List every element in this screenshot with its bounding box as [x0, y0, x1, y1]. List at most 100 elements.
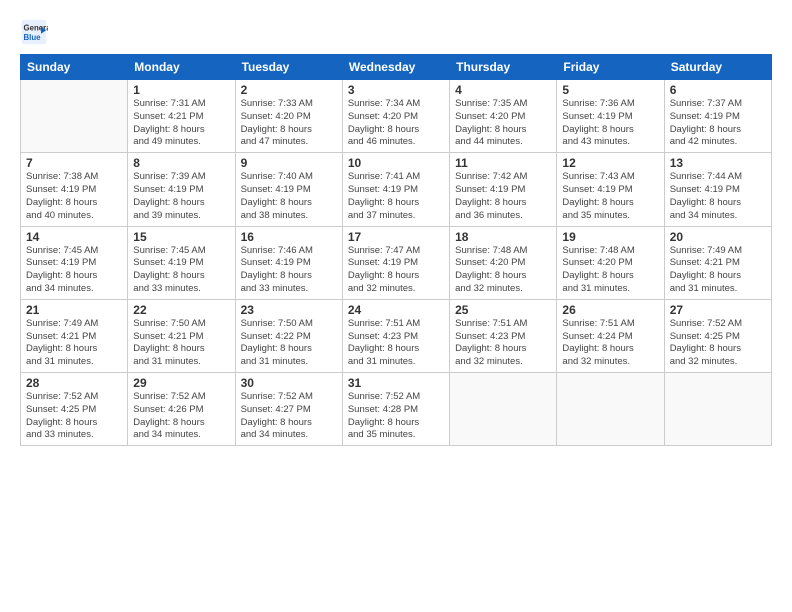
day-number: 30: [241, 376, 337, 390]
day-info: Sunrise: 7:35 AM Sunset: 4:20 PM Dayligh…: [455, 98, 551, 149]
day-number: 10: [348, 156, 444, 170]
calendar-cell: 5Sunrise: 7:36 AM Sunset: 4:19 PM Daylig…: [557, 80, 664, 153]
day-number: 3: [348, 83, 444, 97]
day-number: 23: [241, 303, 337, 317]
day-number: 16: [241, 230, 337, 244]
day-info: Sunrise: 7:45 AM Sunset: 4:19 PM Dayligh…: [26, 245, 122, 296]
calendar-cell: 14Sunrise: 7:45 AM Sunset: 4:19 PM Dayli…: [21, 226, 128, 299]
day-number: 15: [133, 230, 229, 244]
day-number: 1: [133, 83, 229, 97]
calendar-table: SundayMondayTuesdayWednesdayThursdayFrid…: [20, 54, 772, 446]
calendar-cell: [450, 373, 557, 446]
weekday-header: Friday: [557, 55, 664, 80]
day-info: Sunrise: 7:52 AM Sunset: 4:27 PM Dayligh…: [241, 391, 337, 442]
day-info: Sunrise: 7:50 AM Sunset: 4:21 PM Dayligh…: [133, 318, 229, 369]
calendar-week-row: 28Sunrise: 7:52 AM Sunset: 4:25 PM Dayli…: [21, 373, 772, 446]
day-number: 27: [670, 303, 766, 317]
calendar-cell: 25Sunrise: 7:51 AM Sunset: 4:23 PM Dayli…: [450, 299, 557, 372]
weekday-header: Monday: [128, 55, 235, 80]
calendar-cell: 10Sunrise: 7:41 AM Sunset: 4:19 PM Dayli…: [342, 153, 449, 226]
calendar-cell: 22Sunrise: 7:50 AM Sunset: 4:21 PM Dayli…: [128, 299, 235, 372]
day-info: Sunrise: 7:43 AM Sunset: 4:19 PM Dayligh…: [562, 171, 658, 222]
day-number: 17: [348, 230, 444, 244]
calendar-cell: 27Sunrise: 7:52 AM Sunset: 4:25 PM Dayli…: [664, 299, 771, 372]
day-info: Sunrise: 7:52 AM Sunset: 4:28 PM Dayligh…: [348, 391, 444, 442]
day-info: Sunrise: 7:51 AM Sunset: 4:23 PM Dayligh…: [455, 318, 551, 369]
calendar-cell: 18Sunrise: 7:48 AM Sunset: 4:20 PM Dayli…: [450, 226, 557, 299]
calendar-week-row: 21Sunrise: 7:49 AM Sunset: 4:21 PM Dayli…: [21, 299, 772, 372]
day-number: 26: [562, 303, 658, 317]
calendar-cell: [664, 373, 771, 446]
day-info: Sunrise: 7:49 AM Sunset: 4:21 PM Dayligh…: [26, 318, 122, 369]
calendar-week-row: 14Sunrise: 7:45 AM Sunset: 4:19 PM Dayli…: [21, 226, 772, 299]
day-number: 18: [455, 230, 551, 244]
day-number: 8: [133, 156, 229, 170]
calendar-cell: 3Sunrise: 7:34 AM Sunset: 4:20 PM Daylig…: [342, 80, 449, 153]
day-number: 4: [455, 83, 551, 97]
day-info: Sunrise: 7:51 AM Sunset: 4:23 PM Dayligh…: [348, 318, 444, 369]
calendar-cell: 13Sunrise: 7:44 AM Sunset: 4:19 PM Dayli…: [664, 153, 771, 226]
calendar-cell: 19Sunrise: 7:48 AM Sunset: 4:20 PM Dayli…: [557, 226, 664, 299]
calendar-cell: 12Sunrise: 7:43 AM Sunset: 4:19 PM Dayli…: [557, 153, 664, 226]
calendar-cell: 31Sunrise: 7:52 AM Sunset: 4:28 PM Dayli…: [342, 373, 449, 446]
day-number: 28: [26, 376, 122, 390]
calendar-cell: 29Sunrise: 7:52 AM Sunset: 4:26 PM Dayli…: [128, 373, 235, 446]
weekday-header: Thursday: [450, 55, 557, 80]
weekday-header: Saturday: [664, 55, 771, 80]
calendar-cell: 20Sunrise: 7:49 AM Sunset: 4:21 PM Dayli…: [664, 226, 771, 299]
logo-icon: General Blue: [20, 18, 48, 46]
day-info: Sunrise: 7:39 AM Sunset: 4:19 PM Dayligh…: [133, 171, 229, 222]
day-number: 29: [133, 376, 229, 390]
day-number: 5: [562, 83, 658, 97]
day-info: Sunrise: 7:48 AM Sunset: 4:20 PM Dayligh…: [562, 245, 658, 296]
day-number: 31: [348, 376, 444, 390]
calendar-cell: 6Sunrise: 7:37 AM Sunset: 4:19 PM Daylig…: [664, 80, 771, 153]
calendar-cell: 23Sunrise: 7:50 AM Sunset: 4:22 PM Dayli…: [235, 299, 342, 372]
calendar-week-row: 1Sunrise: 7:31 AM Sunset: 4:21 PM Daylig…: [21, 80, 772, 153]
weekday-header: Tuesday: [235, 55, 342, 80]
day-number: 22: [133, 303, 229, 317]
day-number: 11: [455, 156, 551, 170]
calendar-header-row: SundayMondayTuesdayWednesdayThursdayFrid…: [21, 55, 772, 80]
day-info: Sunrise: 7:48 AM Sunset: 4:20 PM Dayligh…: [455, 245, 551, 296]
calendar-cell: 15Sunrise: 7:45 AM Sunset: 4:19 PM Dayli…: [128, 226, 235, 299]
svg-text:Blue: Blue: [24, 33, 42, 42]
calendar-cell: 4Sunrise: 7:35 AM Sunset: 4:20 PM Daylig…: [450, 80, 557, 153]
calendar-cell: 16Sunrise: 7:46 AM Sunset: 4:19 PM Dayli…: [235, 226, 342, 299]
calendar-cell: [557, 373, 664, 446]
day-number: 9: [241, 156, 337, 170]
day-info: Sunrise: 7:33 AM Sunset: 4:20 PM Dayligh…: [241, 98, 337, 149]
calendar-cell: 9Sunrise: 7:40 AM Sunset: 4:19 PM Daylig…: [235, 153, 342, 226]
day-number: 21: [26, 303, 122, 317]
day-info: Sunrise: 7:44 AM Sunset: 4:19 PM Dayligh…: [670, 171, 766, 222]
day-info: Sunrise: 7:46 AM Sunset: 4:19 PM Dayligh…: [241, 245, 337, 296]
day-number: 2: [241, 83, 337, 97]
calendar-cell: 17Sunrise: 7:47 AM Sunset: 4:19 PM Dayli…: [342, 226, 449, 299]
logo: General Blue: [20, 18, 52, 46]
day-info: Sunrise: 7:49 AM Sunset: 4:21 PM Dayligh…: [670, 245, 766, 296]
day-info: Sunrise: 7:31 AM Sunset: 4:21 PM Dayligh…: [133, 98, 229, 149]
header: General Blue: [20, 18, 772, 46]
day-info: Sunrise: 7:41 AM Sunset: 4:19 PM Dayligh…: [348, 171, 444, 222]
calendar-cell: 21Sunrise: 7:49 AM Sunset: 4:21 PM Dayli…: [21, 299, 128, 372]
calendar-cell: 7Sunrise: 7:38 AM Sunset: 4:19 PM Daylig…: [21, 153, 128, 226]
day-number: 20: [670, 230, 766, 244]
calendar-cell: 1Sunrise: 7:31 AM Sunset: 4:21 PM Daylig…: [128, 80, 235, 153]
day-info: Sunrise: 7:40 AM Sunset: 4:19 PM Dayligh…: [241, 171, 337, 222]
calendar-cell: 26Sunrise: 7:51 AM Sunset: 4:24 PM Dayli…: [557, 299, 664, 372]
calendar-cell: 30Sunrise: 7:52 AM Sunset: 4:27 PM Dayli…: [235, 373, 342, 446]
day-info: Sunrise: 7:51 AM Sunset: 4:24 PM Dayligh…: [562, 318, 658, 369]
calendar-cell: 24Sunrise: 7:51 AM Sunset: 4:23 PM Dayli…: [342, 299, 449, 372]
day-number: 7: [26, 156, 122, 170]
day-info: Sunrise: 7:52 AM Sunset: 4:25 PM Dayligh…: [26, 391, 122, 442]
day-info: Sunrise: 7:52 AM Sunset: 4:25 PM Dayligh…: [670, 318, 766, 369]
day-number: 24: [348, 303, 444, 317]
day-number: 12: [562, 156, 658, 170]
day-info: Sunrise: 7:50 AM Sunset: 4:22 PM Dayligh…: [241, 318, 337, 369]
calendar-week-row: 7Sunrise: 7:38 AM Sunset: 4:19 PM Daylig…: [21, 153, 772, 226]
day-number: 14: [26, 230, 122, 244]
day-info: Sunrise: 7:34 AM Sunset: 4:20 PM Dayligh…: [348, 98, 444, 149]
day-number: 13: [670, 156, 766, 170]
day-info: Sunrise: 7:42 AM Sunset: 4:19 PM Dayligh…: [455, 171, 551, 222]
day-number: 25: [455, 303, 551, 317]
